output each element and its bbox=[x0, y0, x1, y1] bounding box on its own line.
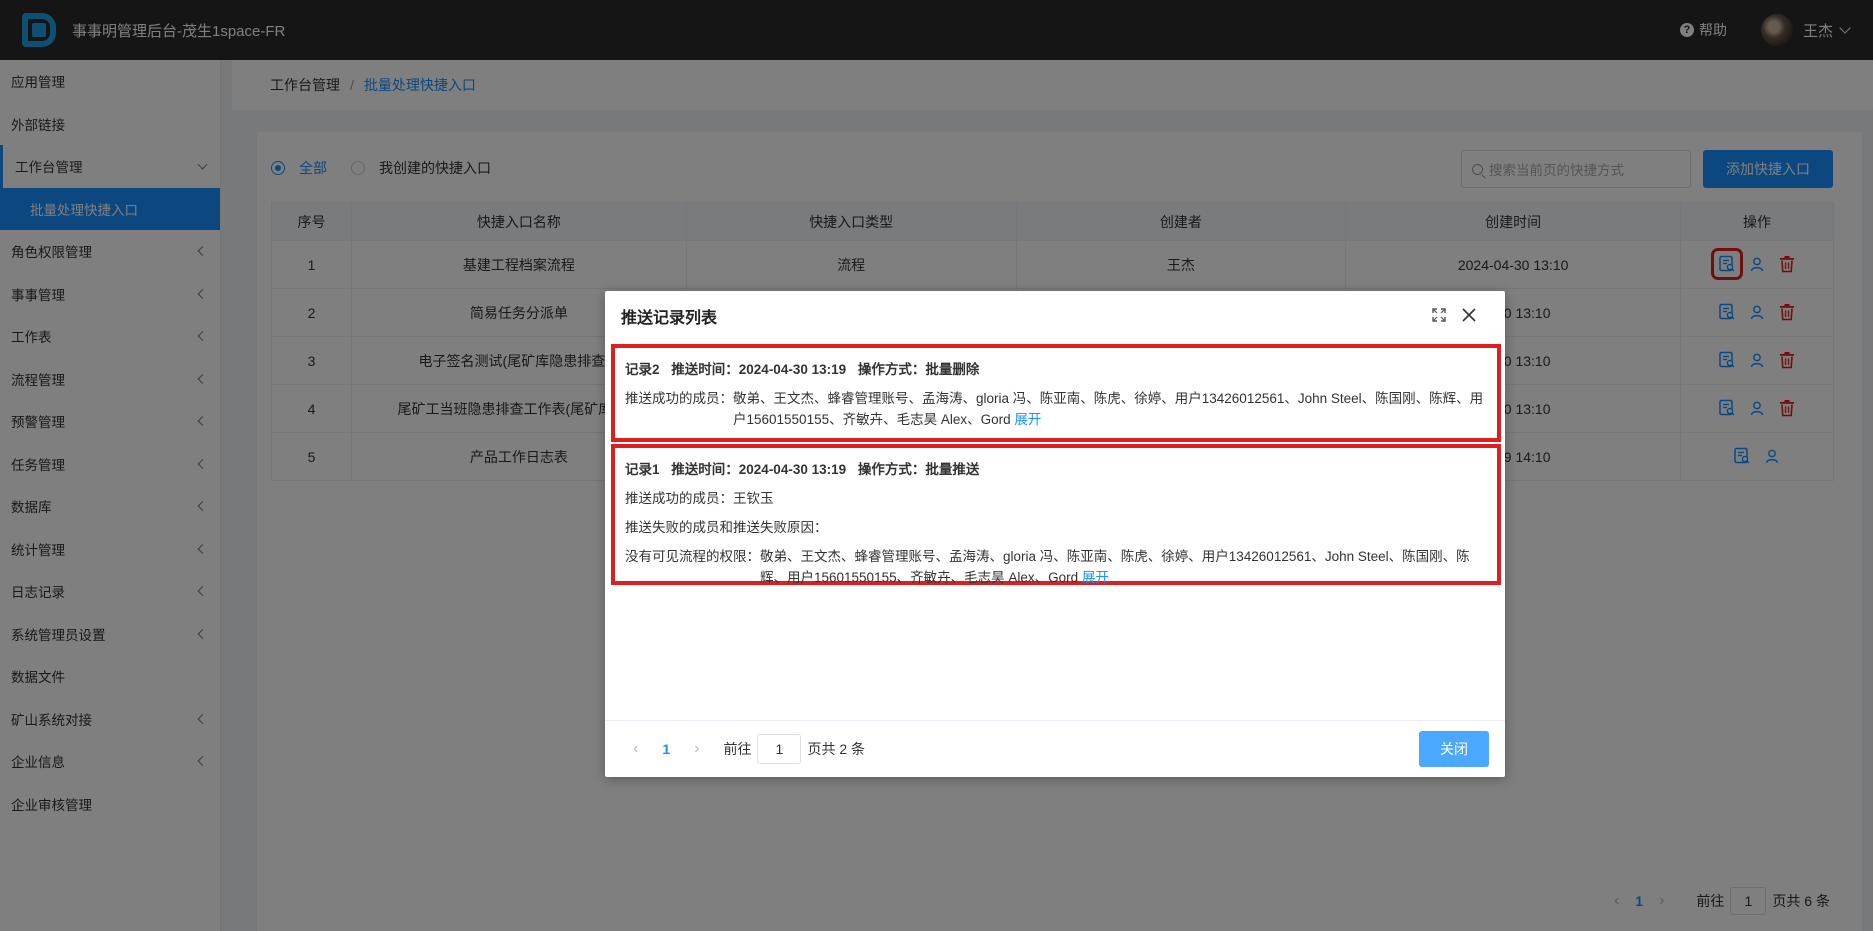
next-page-icon[interactable]: › bbox=[694, 740, 699, 758]
fail-title: 推送失败的成员和推送失败原因： bbox=[625, 520, 828, 535]
record-mode: 操作方式：批量推送 bbox=[857, 462, 980, 477]
goto-page-input[interactable]: 1 bbox=[757, 734, 802, 764]
record-header: 记录1 推送时间：2024-04-30 13:19 操作方式：批量推送 bbox=[625, 458, 1487, 478]
success-line: 推送成功的成员： 敬弟、王文杰、蜂睿管理账号、孟海涛、gloria 冯、陈亚南、… bbox=[625, 388, 1487, 430]
expand-link[interactable]: 展开 bbox=[1014, 412, 1041, 427]
record-1: 记录1 推送时间：2024-04-30 13:19 操作方式：批量推送 推送成功… bbox=[611, 444, 1501, 585]
dialog-title: 推送记录列表 bbox=[621, 310, 718, 327]
push-record-dialog: 推送记录列表 记录2 推送时间：2024-04-30 13:19 操作方式：批量… bbox=[605, 291, 1505, 777]
prev-page-icon[interactable]: ‹ bbox=[633, 740, 638, 758]
dialog-footer: ‹ 1 › 前往 1 页共 2 条 关闭 bbox=[605, 720, 1505, 777]
record-name: 记录2 bbox=[625, 362, 660, 377]
success-label: 推送成功的成员： bbox=[625, 491, 733, 506]
close-icon[interactable] bbox=[1461, 307, 1477, 326]
success-label: 推送成功的成员： bbox=[625, 391, 733, 406]
fail-title-line: 推送失败的成员和推送失败原因： bbox=[625, 517, 1487, 538]
pager-total: 页共 2 条 bbox=[807, 741, 866, 757]
success-members: 王钦玉 bbox=[733, 491, 774, 506]
record-name: 记录1 bbox=[625, 462, 660, 477]
record-time: 推送时间：2024-04-30 13:19 bbox=[671, 462, 847, 477]
record-header: 记录2 推送时间：2024-04-30 13:19 操作方式：批量删除 bbox=[625, 358, 1487, 378]
close-button[interactable]: 关闭 bbox=[1419, 731, 1489, 767]
record-2: 记录2 推送时间：2024-04-30 13:19 操作方式：批量删除 推送成功… bbox=[611, 344, 1501, 442]
success-members: 敬弟、王文杰、蜂睿管理账号、孟海涛、gloria 冯、陈亚南、陈虎、徐婷、用户1… bbox=[733, 391, 1484, 427]
fullscreen-icon[interactable] bbox=[1431, 307, 1447, 326]
goto-label: 前往 bbox=[723, 741, 752, 757]
fail-line: 没有可见流程的权限： 敬弟、王文杰、蜂睿管理账号、孟海涛、gloria 冯、陈亚… bbox=[625, 546, 1487, 588]
record-mode: 操作方式：批量删除 bbox=[857, 362, 980, 377]
expand-link[interactable]: 展开 bbox=[1082, 570, 1109, 585]
record-time: 推送时间：2024-04-30 13:19 bbox=[671, 362, 847, 377]
success-line: 推送成功的成员： 王钦玉 bbox=[625, 488, 1487, 509]
fail-label: 没有可见流程的权限： bbox=[625, 549, 760, 564]
page-number[interactable]: 1 bbox=[662, 741, 670, 757]
fail-members: 敬弟、王文杰、蜂睿管理账号、孟海涛、gloria 冯、陈亚南、陈虎、徐婷、用户1… bbox=[760, 549, 1470, 585]
